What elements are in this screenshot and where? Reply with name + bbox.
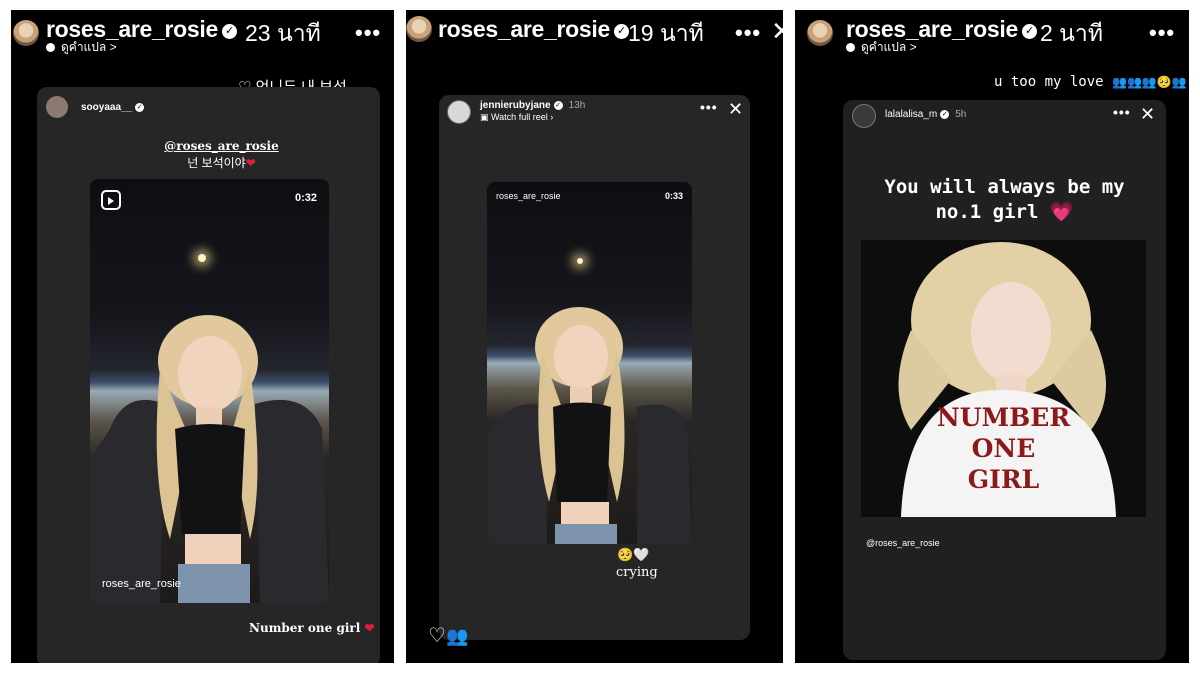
see-translation-link[interactable]: ดูคำแปล >: [46, 38, 117, 57]
shirt-line-3: GIRL: [967, 465, 1040, 494]
emoji-sticker: 🥺🤍: [617, 547, 650, 562]
more-options-icon[interactable]: •••: [355, 20, 381, 46]
heading-line-1: You will always be my: [884, 176, 1125, 198]
card-avatar[interactable]: [46, 96, 68, 118]
caption-text: 넌 보석이야❤: [187, 156, 256, 170]
crying-text: crying: [616, 565, 658, 580]
story-time: 19 นาที: [628, 20, 704, 46]
shirt-text: NUMBER ONE GIRL: [861, 402, 1146, 495]
verified-badge-icon: ✓: [1021, 24, 1037, 39]
story-panel-2: roses_are_rosie ✓ 19 นาที ••• ✕ jennierub…: [406, 10, 783, 663]
reels-icon: ▣: [480, 112, 492, 122]
woman-figure: [487, 307, 692, 544]
card-username[interactable]: jennierubyjane ✓ 13h: [480, 100, 585, 111]
shared-post-card[interactable]: lalalalisa_m ✓ 5h ••• ✕ You will always be…: [843, 100, 1166, 660]
avatar[interactable]: [406, 16, 432, 42]
emoji-sticker: 👥👥👥🥺👥: [1112, 75, 1187, 89]
reel-video[interactable]: roses_are_rosie 0:33: [487, 182, 692, 544]
avatar[interactable]: [13, 20, 39, 46]
translate-icon: [46, 43, 55, 52]
shared-post-card[interactable]: jennierubyjane ✓ 13h ▣ Watch full reel › •…: [439, 95, 750, 640]
verified-badge-icon: ✓: [553, 101, 563, 110]
heart-emoji: ❤: [364, 621, 375, 635]
reel-video[interactable]: 0:32 roses_are_rosie: [90, 179, 329, 603]
footer-text: Number one girl ❤: [249, 621, 375, 635]
card-more-icon[interactable]: •••: [1113, 104, 1131, 120]
story-reply-text: ♡👥: [428, 625, 469, 647]
verified-badge-icon: ✓: [940, 110, 950, 119]
mention-text[interactable]: @roses_are_rosie: [37, 139, 380, 153]
story-time: 2 นาที: [1040, 20, 1103, 46]
card-avatar[interactable]: [852, 104, 876, 128]
story-panel-3: roses_are_rosie ✓ 2 นาที ••• ดูคำแปล > u …: [795, 10, 1189, 663]
shirt-line-2: ONE: [971, 434, 1036, 463]
more-options-icon[interactable]: •••: [735, 20, 761, 46]
woman-figure: [90, 315, 329, 603]
verified-badge-icon: ✓: [221, 24, 237, 39]
photo: NUMBER ONE GIRL: [861, 240, 1146, 517]
card-avatar[interactable]: [447, 100, 471, 124]
story-panel-1: roses_are_rosie✓ 23 นาที ••• ดูคำแปล > ♡…: [11, 10, 394, 663]
more-options-icon[interactable]: •••: [1149, 20, 1175, 46]
shared-post-card[interactable]: sooyaaa__ ✓ @roses_are_rosie 넌 보석이야❤ 0:32…: [37, 87, 380, 663]
pink-heart-emoji: 💗: [1049, 201, 1074, 223]
card-username[interactable]: lalalalisa_m ✓ 5h: [885, 109, 966, 120]
heading-line-2: no.1 girl 💗: [935, 201, 1074, 223]
card-close-icon[interactable]: ✕: [728, 100, 743, 118]
story-reply-text: u too my love 👥👥👥🥺👥: [994, 74, 1187, 90]
story-time: 23 นาที: [245, 20, 321, 46]
video-username-label: roses_are_rosie: [102, 578, 181, 590]
card-more-icon[interactable]: •••: [700, 99, 718, 115]
verified-badge-icon: ✓: [135, 103, 145, 112]
mention-text[interactable]: @roses_are_rosie: [866, 538, 940, 548]
translate-icon: [846, 43, 855, 52]
shirt-line-1: NUMBER: [936, 403, 1071, 432]
card-close-icon[interactable]: ✕: [1140, 105, 1155, 123]
see-translation-link[interactable]: ดูคำแปล >: [846, 38, 917, 57]
heart-emoji: ❤: [245, 156, 256, 170]
story-username[interactable]: roses_are_rosie ✓: [438, 16, 629, 43]
verified-badge-icon: ✓: [613, 24, 629, 39]
people-emoji: 👥: [445, 626, 469, 646]
avatar[interactable]: [807, 20, 833, 46]
close-icon[interactable]: ✕: [771, 18, 783, 44]
watch-full-reel-link[interactable]: ▣ Watch full reel ›: [480, 112, 553, 123]
card-username[interactable]: sooyaaa__ ✓: [81, 102, 145, 113]
